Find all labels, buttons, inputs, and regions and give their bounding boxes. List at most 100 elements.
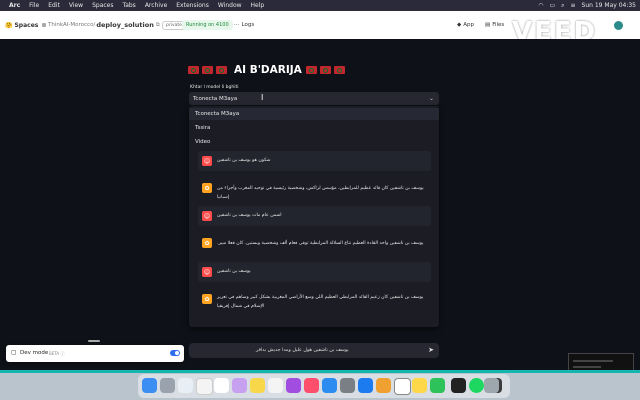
message-text: يوسف بن تاشفين bbox=[217, 269, 251, 274]
message-text: يوسف بن تاشفين واحد القادة العظيم نتاع ا… bbox=[217, 241, 424, 246]
battery-icon[interactable]: ▭ bbox=[549, 2, 555, 9]
wifi-icon[interactable]: ◠ bbox=[538, 2, 543, 9]
menu-app-name[interactable]: Arc bbox=[9, 2, 20, 9]
chevron-down-icon[interactable]: ⌄ bbox=[429, 95, 434, 102]
logs-icon: ⋯ bbox=[234, 22, 240, 28]
model-select-label: Khtar l model li bghiti bbox=[190, 85, 239, 90]
text-cursor-icon: I bbox=[261, 93, 264, 102]
chat-message-user: ☺ اشمن عام مات يوسف بن تاشفين bbox=[198, 206, 431, 226]
message-text: يوسف بن تاشفين كان قائد عظيم للمرابطين، … bbox=[217, 186, 424, 200]
sidebar-collapse-handle[interactable] bbox=[88, 340, 100, 342]
message-text: يوسف بن تاشفين كان زعيم القائد المرابطي … bbox=[217, 295, 424, 309]
message-text: اشمن عام مات يوسف بن تاشفين bbox=[217, 213, 282, 218]
files-tab-label: Files bbox=[492, 22, 505, 28]
chat-input[interactable]: يوسف بن تاشفين هول عليل ومدا جديش بدافر … bbox=[189, 343, 439, 358]
space-name[interactable]: deploy_solution bbox=[96, 21, 154, 29]
terminal-icon[interactable] bbox=[451, 378, 466, 393]
hf-logo-icon: 🤗 bbox=[5, 21, 13, 29]
message-text: شكون هو يوسف بن تاشفين bbox=[217, 158, 271, 163]
menubar-clock[interactable]: Sun 19 May 04:35 bbox=[582, 2, 636, 9]
notion-icon[interactable] bbox=[394, 378, 411, 395]
morocco-flag-icon bbox=[305, 66, 317, 74]
tab-app[interactable]: ◆ App bbox=[457, 11, 474, 39]
app-tab-label: App bbox=[463, 22, 474, 28]
menu-help[interactable]: Help bbox=[251, 2, 265, 9]
music-icon[interactable] bbox=[304, 378, 319, 393]
user-avatar-icon: ☺ bbox=[202, 267, 212, 277]
logs-label: Logs bbox=[241, 22, 255, 28]
dropdown-option[interactable]: Tconecta M3aya bbox=[189, 108, 439, 120]
morocco-flag-icon bbox=[188, 66, 199, 74]
logs-button[interactable]: ⋯ Logs bbox=[234, 11, 254, 39]
trash-icon[interactable] bbox=[484, 378, 499, 393]
morocco-flag-icon bbox=[333, 66, 345, 74]
system-settings-icon[interactable] bbox=[340, 378, 355, 393]
spaces-label: Spaces bbox=[14, 21, 39, 29]
dropdown-option[interactable]: Video bbox=[189, 136, 439, 148]
dev-mode-icon: ▢ bbox=[11, 349, 17, 356]
dev-mode-badge: BETA ⓘ bbox=[49, 351, 65, 356]
chat-message-user: ☺ يوسف بن تاشفين bbox=[198, 262, 431, 282]
dev-mode-toggle[interactable] bbox=[170, 350, 180, 356]
space-owner[interactable]: ThinkAI-Morocco bbox=[48, 22, 93, 28]
whatsapp-icon[interactable] bbox=[430, 378, 445, 393]
morocco-flag-icon bbox=[319, 66, 331, 74]
finder-icon[interactable] bbox=[142, 378, 157, 393]
mail-icon[interactable] bbox=[196, 378, 213, 395]
screen-recorder-icon[interactable] bbox=[358, 378, 373, 393]
assistant-avatar-icon: ✿ bbox=[202, 294, 212, 304]
morocco-flag-icon bbox=[202, 66, 213, 74]
spotify-icon[interactable] bbox=[469, 378, 484, 393]
app-tab-icon: ◆ bbox=[457, 22, 462, 28]
settings-icon[interactable] bbox=[614, 11, 623, 39]
space-breadcrumb: ThinkAI-Morocco / deploy_solution ⧉ bbox=[42, 11, 160, 39]
user-avatar-icon: ☺ bbox=[202, 156, 212, 166]
toggle-knob bbox=[175, 351, 179, 355]
dev-mode-panel: ▢ Dev mode BETA ⓘ bbox=[6, 345, 184, 362]
model-select-value: Tconecta M3aya bbox=[193, 95, 238, 102]
running-status-badge[interactable]: Running on 4100 bbox=[182, 20, 233, 30]
tab-files[interactable]: ▤ Files bbox=[485, 11, 504, 39]
notes-icon[interactable] bbox=[232, 378, 247, 393]
dropdown-option[interactable]: Tssira bbox=[189, 122, 439, 134]
menu-window[interactable]: Window bbox=[218, 2, 242, 9]
space-icon bbox=[42, 23, 46, 27]
chat-message-assistant: ✿ يوسف بن تاشفين كان زعيم القائد المرابط… bbox=[198, 286, 431, 320]
preview-icon[interactable] bbox=[376, 378, 391, 393]
assistant-avatar-icon: ✿ bbox=[202, 238, 212, 248]
launchpad-icon[interactable] bbox=[160, 378, 175, 393]
chat-message-assistant: ✿ يوسف بن تاشفين كان قائد عظيم للمرابطين… bbox=[198, 175, 431, 202]
control-center-icon[interactable]: ≡ bbox=[571, 2, 576, 9]
morocco-flag-icon bbox=[216, 66, 227, 74]
arc-browser-icon[interactable] bbox=[178, 378, 193, 393]
user-avatar-icon: ☺ bbox=[202, 211, 212, 221]
files-tab-icon: ▤ bbox=[485, 22, 491, 28]
page-title: AI B'DARIJA bbox=[188, 63, 348, 77]
menu-file[interactable]: File bbox=[29, 2, 39, 9]
chat-message-assistant: ✿ يوسف بن تاشفين واحد القادة العظيم نتاع… bbox=[198, 230, 431, 257]
model-select[interactable]: Tconecta M3aya ⌄ bbox=[189, 92, 439, 105]
menu-view[interactable]: View bbox=[69, 2, 83, 9]
spaces-link[interactable]: 🤗 Spaces bbox=[5, 11, 38, 39]
menu-archive[interactable]: Archive bbox=[145, 2, 167, 9]
stickies-icon[interactable] bbox=[250, 378, 265, 393]
title-text: AI B'DARIJA bbox=[234, 64, 302, 76]
mac-menubar: Arc File Edit View Spaces Tabs Archive E… bbox=[0, 0, 640, 11]
streamlit-app: AI B'DARIJA Khtar l model li bghiti Tcon… bbox=[0, 39, 640, 370]
podcasts-icon[interactable] bbox=[286, 378, 301, 393]
menu-tabs[interactable]: Tabs bbox=[123, 2, 136, 9]
calendar-icon[interactable] bbox=[214, 378, 229, 393]
model-dropdown-menu: Tconecta M3aya Tssira Video ☺ شكون هو يو… bbox=[189, 106, 439, 327]
reminders-icon[interactable] bbox=[268, 378, 283, 393]
app-store-icon[interactable] bbox=[322, 378, 337, 393]
chat-input-text: يوسف بن تاشفين هول عليل ومدا جديش بدافر bbox=[256, 348, 349, 353]
menu-spaces[interactable]: Spaces bbox=[92, 2, 113, 9]
menu-edit[interactable]: Edit bbox=[48, 2, 60, 9]
stocks-icon[interactable] bbox=[412, 378, 427, 393]
menu-extensions[interactable]: Extensions bbox=[176, 2, 209, 9]
search-icon[interactable]: ⌕ bbox=[561, 2, 564, 10]
send-icon[interactable]: ➤ bbox=[428, 346, 434, 354]
spaces-header: 🤗 Spaces ThinkAI-Morocco / deploy_soluti… bbox=[0, 11, 640, 47]
mac-dock bbox=[138, 374, 510, 398]
copy-icon[interactable]: ⧉ bbox=[156, 22, 160, 29]
